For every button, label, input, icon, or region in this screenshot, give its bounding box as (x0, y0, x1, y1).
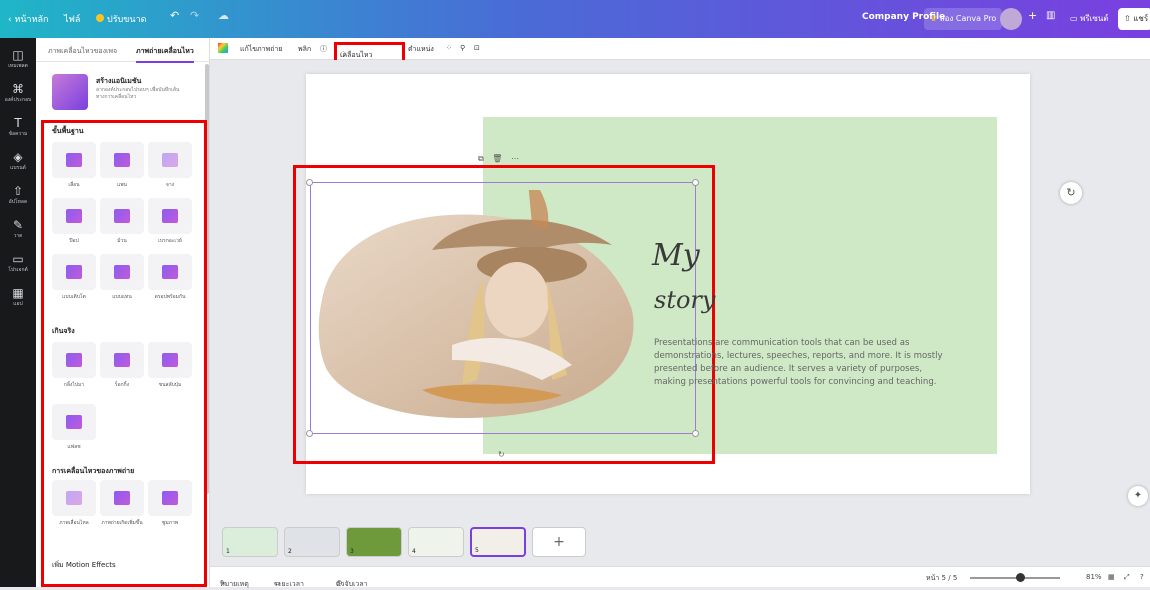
crown-icon (96, 14, 104, 22)
fullscreen-icon[interactable]: ⤢ (1124, 573, 1130, 582)
rail-label: วาด (13, 233, 23, 239)
refresh-icon[interactable]: ↻ (1060, 182, 1082, 204)
promo-description: ลากองค์ประกอบไปรอบๆ เพื่อบันทึกเส้นทางกา… (96, 87, 180, 100)
template-icon: ◫ (12, 48, 24, 62)
info-icon[interactable]: ⓘ (320, 44, 327, 54)
timer-label: ตัวจับเวลา (336, 580, 368, 588)
upload-icon: ⇧ (12, 184, 24, 198)
transparency-icon[interactable]: ⁘ (446, 44, 452, 52)
grid-view-icon[interactable]: ▦ (1108, 573, 1115, 581)
more-icon[interactable]: ⋯ (511, 154, 519, 163)
top-toolbar: ‹ หน้าหลัก ไฟล์ ปรับขนาด ↶ ↷ ☁ Company P… (0, 0, 1150, 38)
home-label: หน้าหลัก (14, 15, 49, 25)
projects-icon: ▭ (12, 252, 24, 266)
page-thumbnail[interactable]: 3 (346, 527, 402, 557)
help-icon[interactable]: ? (1140, 573, 1144, 581)
rail-item-template[interactable]: ◫ เทมเพลต (0, 48, 36, 70)
rail-label: แอป (13, 301, 23, 307)
page-thumbnail[interactable]: 1 (222, 527, 278, 557)
edit-photo-button[interactable]: แก้ไขภาพถ่าย (240, 44, 283, 55)
crown-icon: ♛ (930, 14, 940, 23)
rail-label: โปรเจกต์ (8, 267, 28, 273)
color-swatch-icon[interactable] (218, 43, 228, 53)
rail-label: เทมเพลต (8, 63, 28, 69)
analytics-icon[interactable]: ▥ (1046, 10, 1055, 21)
home-link[interactable]: ‹ หน้าหลัก (8, 12, 49, 26)
slide-title-story[interactable]: story (654, 286, 715, 314)
side-rail: ◫ เทมเพลต ⌘ องค์ประกอบ T ข้อความ ◈ แบรนด์ ⇧ อ… (0, 38, 36, 587)
resize-label: ปรับขนาด (107, 15, 147, 25)
present-icon: ▭ (1070, 14, 1081, 23)
share-button[interactable]: ⇧ แชร์ (1118, 8, 1150, 30)
rail-item-projects[interactable]: ▭ โปรเจกต์ (0, 252, 36, 274)
lock-icon[interactable]: ⊡ (474, 44, 480, 52)
present-button[interactable]: ▭ พรีเซนต์ (1064, 8, 1115, 30)
try-pro-label: ลอง Canva Pro (939, 14, 997, 23)
page-thumbnail[interactable]: 2 (284, 527, 340, 557)
flip-button[interactable]: พลิก (298, 44, 311, 55)
slide-title-my[interactable]: My (652, 238, 700, 273)
text-icon: T (14, 116, 22, 130)
undo-icon[interactable]: ↶ (170, 9, 179, 22)
cloud-icon: ☁ (218, 9, 229, 22)
rail-label: ข้อความ (8, 131, 28, 137)
position-button[interactable]: ตำแหน่ง (408, 44, 434, 55)
rail-label: องค์ประกอบ (4, 97, 32, 103)
page-thumbnail-active[interactable]: 5 (470, 527, 526, 557)
duration-label: ระยะเวลา (274, 580, 304, 588)
element-mini-toolbar: ⧉ 🗑 ⋯ (478, 154, 519, 164)
tab-photo-animation[interactable]: ภาพถ่ายเคลื่อนไหว (136, 46, 194, 63)
notes-label: หมายเหตุ (220, 580, 249, 588)
share-label: แชร์ (1133, 14, 1149, 23)
add-page-button[interactable]: + (532, 527, 586, 557)
page-number: 3 (350, 548, 354, 555)
highlight-animation-list (41, 120, 207, 587)
panel-tabs: ภาพเคลื่อนไหวของเพจ ภาพถ่ายเคลื่อนไหว (36, 38, 210, 63)
rail-item-apps[interactable]: ▦ แอป (0, 286, 36, 308)
redo-icon[interactable]: ↷ (190, 9, 199, 22)
copy-icon[interactable]: ⧉ (478, 154, 484, 163)
zoom-slider[interactable] (970, 577, 1060, 579)
try-pro-button[interactable]: ♛ ลอง Canva Pro (924, 8, 1003, 30)
page-number: 2 (288, 548, 292, 555)
file-menu[interactable]: ไฟล์ (64, 12, 80, 26)
rail-item-elements[interactable]: ⌘ องค์ประกอบ (0, 82, 36, 104)
promo-title: สร้างแอนิเมชัน (96, 77, 142, 85)
page-number: 1 (226, 548, 230, 555)
highlight-selected-photo (293, 165, 715, 464)
rail-item-draw[interactable]: ✎ วาด (0, 218, 36, 240)
create-animation-card[interactable]: สร้างแอนิเมชัน ลากองค์ประกอบไปรอบๆ เพื่อ… (52, 74, 202, 114)
resize-button[interactable]: ปรับขนาด (96, 12, 146, 26)
apps-icon: ▦ (12, 286, 24, 300)
rail-item-brand[interactable]: ◈ แบรนด์ (0, 150, 36, 172)
page-number: 4 (412, 548, 416, 555)
draw-icon: ✎ (12, 218, 24, 232)
tab-page-animation[interactable]: ภาพเคลื่อนไหวของเพจ (48, 46, 117, 57)
rail-label: อัปโหลด (8, 199, 28, 205)
paint-format-icon[interactable]: ⚲ (460, 44, 465, 52)
page-indicator: หน้า 5 / 5 (926, 574, 958, 582)
rail-item-text[interactable]: T ข้อความ (0, 116, 36, 138)
avatar[interactable] (1000, 8, 1022, 30)
share-icon: ⇧ (1124, 14, 1134, 23)
rail-label: แบรนด์ (10, 165, 26, 171)
promo-thumbnail (52, 74, 88, 110)
page-number: 5 (475, 547, 479, 554)
zoom-level[interactable]: 81% (1086, 573, 1102, 581)
magic-assistant-icon[interactable]: ✦ (1128, 486, 1148, 506)
delete-icon[interactable]: 🗑 (492, 154, 502, 163)
rail-item-upload[interactable]: ⇧ อัปโหลด (0, 184, 36, 206)
add-collaborator-button[interactable]: + (1028, 9, 1037, 22)
slide-body-text[interactable]: Presentations are communication tools th… (654, 337, 954, 389)
page-thumbnail[interactable]: 4 (408, 527, 464, 557)
zoom-slider-knob[interactable] (1016, 573, 1025, 582)
brand-icon: ◈ (13, 150, 23, 164)
present-label: พรีเซนต์ (1080, 14, 1109, 23)
elements-icon: ⌘ (12, 82, 24, 96)
